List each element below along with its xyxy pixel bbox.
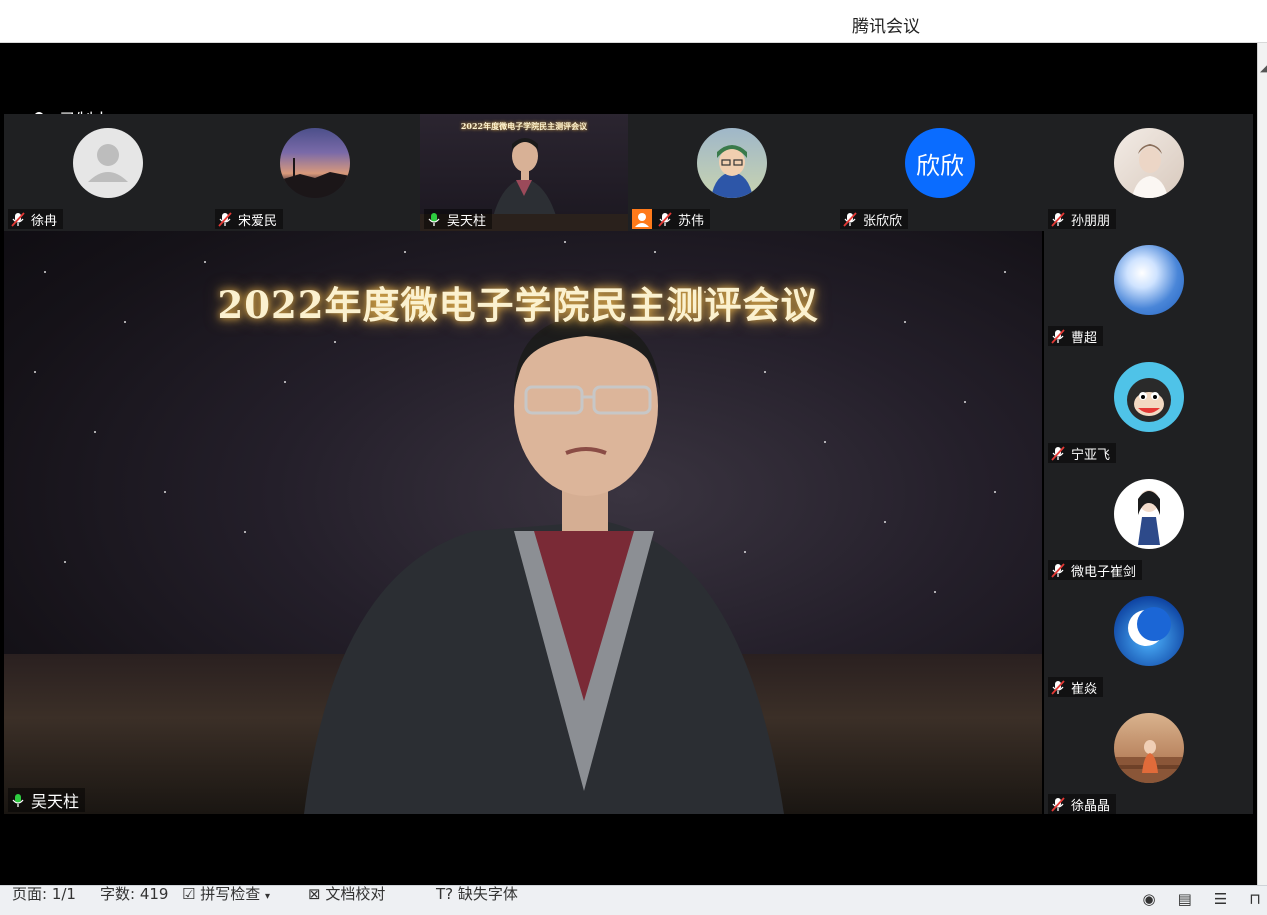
participant-tile[interactable]: 孙朋朋 <box>1044 114 1253 231</box>
active-speaker-nametag: 吴天柱 <box>8 788 86 812</box>
participant-name: 宋爱民 <box>238 213 278 229</box>
spellcheck-button[interactable]: ☑ 拼写检查 ▾ <box>182 883 270 904</box>
mic-muted-icon <box>1051 562 1065 578</box>
top-participant-strip: 徐冉 宋爱民 2022年度微电子学院民主测评会议 吴天柱 苏伟 欣欣 张欣欣 孙… <box>4 114 1253 231</box>
stairs-photo-avatar <box>1114 713 1184 783</box>
host-badge-icon <box>632 209 652 229</box>
mic-muted-icon <box>1051 328 1065 344</box>
background-title: 2022年度微电子学院民主测评会议 <box>217 283 819 327</box>
participant-name: 微电子崔剑 <box>1071 564 1137 580</box>
meeting-canvas: 录制中 徐冉 宋爱民 2022年度微电子学院民主测评会议 <box>0 43 1257 885</box>
window-titlebar: 腾讯会议 <box>0 0 1267 43</box>
eye-icon[interactable]: ◉ <box>1143 890 1156 908</box>
participant-name: 吴天柱 <box>447 213 487 229</box>
checkbox-icon: ☑ <box>182 885 196 903</box>
participant-tile[interactable]: 宁亚飞 <box>1044 348 1253 465</box>
mic-active-icon <box>12 793 24 807</box>
mic-muted-icon <box>1051 445 1065 461</box>
dropdown-icon: ▾ <box>265 891 271 902</box>
spellcheck-label: 拼写检查 <box>200 885 261 903</box>
participant-name: 孙朋朋 <box>1071 213 1111 229</box>
mic-muted-icon <box>218 211 232 227</box>
outline-view-icon[interactable]: ☰ <box>1214 890 1227 908</box>
participant-tile[interactable]: 苏伟 <box>628 114 836 231</box>
participant-name: 宁亚飞 <box>1071 447 1111 463</box>
participant-nametag: 微电子崔剑 <box>1048 560 1143 580</box>
proofread-icon: ⊠ <box>308 885 321 903</box>
window-title: 腾讯会议 <box>852 17 920 37</box>
participant-nametag: 孙朋朋 <box>1048 209 1117 229</box>
active-speaker-video[interactable]: 2022年度微电子学院民主测评会议 吴天柱 <box>4 231 1042 814</box>
sky-clouds-avatar <box>1114 245 1184 315</box>
background-window-edge: ◢ <box>1257 43 1267 885</box>
participant-nametag: 吴天柱 <box>424 209 493 229</box>
participant-tile[interactable]: 微电子崔剑 <box>1044 465 1253 582</box>
participant-name: 曹超 <box>1071 330 1098 346</box>
participant-nametag: 徐冉 <box>8 209 64 229</box>
moon-ocean-avatar <box>1114 596 1184 666</box>
mic-muted-icon <box>1051 796 1065 812</box>
child-photo-avatar <box>697 128 767 198</box>
reading-view-icon[interactable]: ⊓ <box>1249 890 1261 908</box>
document-statusbar: 页面: 1/1 字数: 419 ☑ 拼写检查 ▾ ⊠ 文档校对 T? 缺失字体 … <box>0 885 1267 915</box>
participant-nametag: 徐晶晶 <box>1048 794 1117 814</box>
participant-name: 张欣欣 <box>863 213 903 229</box>
girl-illustration-avatar <box>1114 479 1184 549</box>
participant-nametag: 张欣欣 <box>840 209 909 229</box>
active-speaker-name: 吴天柱 <box>31 792 80 811</box>
sunset-photo-avatar <box>280 128 350 198</box>
monkey-cartoon-avatar <box>1114 362 1184 432</box>
missing-font-label: 缺失字体 <box>457 885 518 903</box>
participant-name: 徐冉 <box>31 213 58 229</box>
participant-tile[interactable]: 徐冉 <box>4 114 211 231</box>
edge-glyph: ◢ <box>1260 61 1267 74</box>
participant-name: 徐晶晶 <box>1071 798 1111 814</box>
participant-nametag: 崔焱 <box>1048 677 1104 697</box>
participant-tile[interactable]: 徐晶晶 <box>1044 699 1253 816</box>
participant-tile[interactable]: 崔焱 <box>1044 582 1253 699</box>
view-controls: ◉ ▤ ☰ ⊓ <box>1143 890 1261 908</box>
participant-nametag: 曹超 <box>1048 326 1104 346</box>
mic-muted-icon <box>658 211 672 227</box>
missing-font-button[interactable]: T? 缺失字体 <box>436 883 518 904</box>
page-indicator[interactable]: 页面: 1/1 <box>12 883 76 904</box>
participant-nametag: 宋爱民 <box>215 209 284 229</box>
mic-muted-icon <box>843 211 857 227</box>
word-count[interactable]: 字数: 419 <box>100 883 168 904</box>
proofread-label: 文档校对 <box>325 885 386 903</box>
participant-nametag: 宁亚飞 <box>1048 443 1117 463</box>
participant-tile[interactable]: 宋爱民 <box>211 114 418 231</box>
participant-tile[interactable]: 曹超 <box>1044 231 1253 348</box>
page-view-icon[interactable]: ▤ <box>1178 890 1192 908</box>
font-warning-icon: T? <box>436 885 454 903</box>
participant-tile[interactable]: 欣欣 张欣欣 <box>836 114 1044 231</box>
proofread-button[interactable]: ⊠ 文档校对 <box>308 883 385 904</box>
participant-name: 崔焱 <box>1071 681 1098 697</box>
mic-active-icon <box>428 212 440 226</box>
side-participant-column: 曹超 宁亚飞 微电子崔剑 崔焱 徐晶晶 <box>1044 231 1253 814</box>
bride-photo-avatar <box>1114 128 1184 198</box>
participant-name: 苏伟 <box>678 213 705 229</box>
mic-muted-icon <box>11 211 25 227</box>
default-person-icon <box>73 128 143 198</box>
participant-nametag: 苏伟 <box>632 209 711 229</box>
mic-muted-icon <box>1051 679 1065 695</box>
text-avatar: 欣欣 <box>905 128 975 198</box>
mic-muted-icon <box>1051 211 1065 227</box>
participant-video-tile[interactable]: 2022年度微电子学院民主测评会议 吴天柱 <box>420 114 628 231</box>
